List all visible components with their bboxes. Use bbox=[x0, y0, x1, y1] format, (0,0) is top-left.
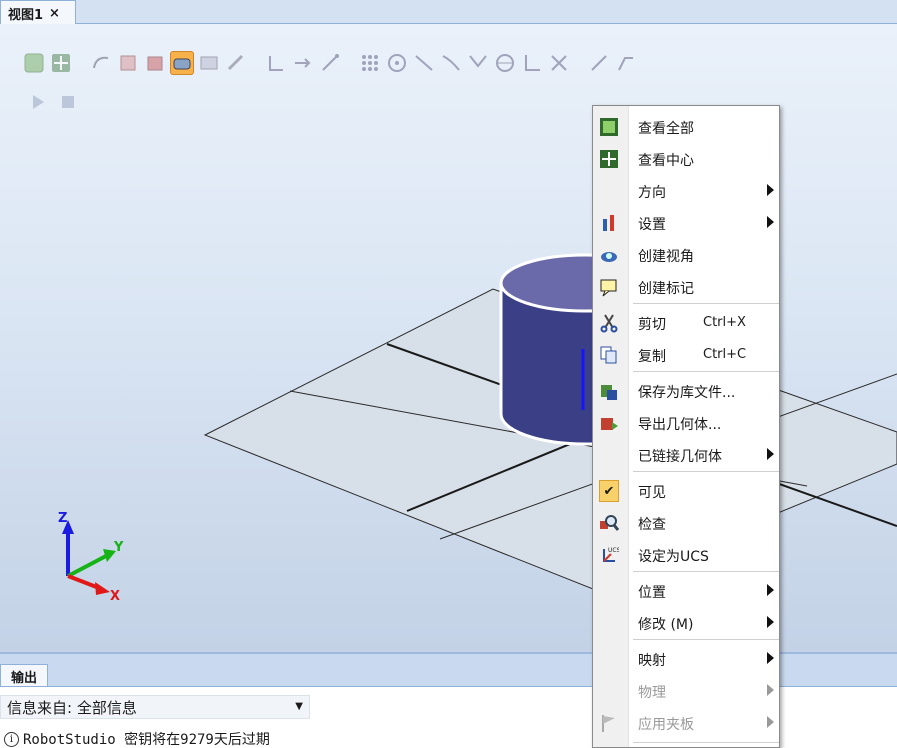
ucs-icon: UCS bbox=[599, 545, 619, 565]
view-toolbar bbox=[22, 51, 654, 75]
message-filter-dropdown[interactable]: 信息来自: 全部信息 ▼ bbox=[0, 695, 310, 719]
checkmark-icon: ✔ bbox=[599, 480, 619, 502]
scissors-icon bbox=[599, 313, 619, 333]
view-center-icon bbox=[599, 149, 619, 169]
flag-icon bbox=[599, 713, 619, 733]
document-tab-bar: 视图1 × bbox=[0, 0, 897, 25]
output-message[interactable]: i RobotStudio 密钥将在9279天后过期 bbox=[4, 729, 270, 748]
menu-item-physics[interactable]: 物理 bbox=[593, 675, 779, 705]
measure-diameter-icon[interactable] bbox=[587, 51, 611, 75]
menu-item-copy[interactable]: 复制 Ctrl+C bbox=[593, 339, 779, 369]
menu-item-position[interactable]: 位置 bbox=[593, 575, 779, 605]
camera-icon bbox=[599, 245, 619, 265]
filter-label: 信息来自: 全部信息 bbox=[7, 698, 137, 717]
menu-item-orientation[interactable]: 方向 bbox=[593, 175, 779, 205]
menu-separator bbox=[633, 471, 779, 472]
view-all-icon bbox=[599, 117, 619, 137]
playback-toolbar bbox=[26, 90, 80, 114]
menu-item-create-marker[interactable]: 创建标记 bbox=[593, 271, 779, 301]
x-axis-label: X bbox=[110, 589, 121, 604]
measure-distance-icon[interactable] bbox=[614, 51, 638, 75]
select-mechanism-icon[interactable] bbox=[224, 51, 248, 75]
submenu-arrow-icon bbox=[767, 184, 774, 196]
snap-edge-icon[interactable] bbox=[385, 51, 409, 75]
menu-item-view-center[interactable]: 查看中心 bbox=[593, 143, 779, 173]
marker-icon bbox=[599, 277, 619, 297]
snap-center-icon[interactable] bbox=[318, 51, 342, 75]
menu-separator bbox=[633, 303, 779, 304]
output-tab-label: 输出 bbox=[10, 671, 37, 686]
measure-angle-icon[interactable] bbox=[547, 51, 571, 75]
menu-item-cut[interactable]: 剪切 Ctrl+X bbox=[593, 307, 779, 337]
menu-item-mapping[interactable]: 映射 bbox=[593, 643, 779, 673]
menu-item-export-geometry[interactable]: 导出几何体... bbox=[593, 407, 779, 437]
snap-end-icon[interactable] bbox=[412, 51, 436, 75]
shortcut-text: Ctrl+X bbox=[703, 315, 746, 330]
close-icon[interactable]: × bbox=[49, 6, 60, 21]
submenu-arrow-icon bbox=[767, 684, 774, 696]
svg-text:UCS: UCS bbox=[608, 547, 619, 554]
select-group-icon[interactable] bbox=[197, 51, 221, 75]
tab-output[interactable]: 输出 bbox=[0, 664, 48, 688]
export-geometry-icon bbox=[599, 413, 619, 433]
menu-separator bbox=[633, 742, 779, 743]
submenu-arrow-icon bbox=[767, 652, 774, 664]
view-center-icon[interactable] bbox=[49, 51, 73, 75]
stop-icon[interactable] bbox=[56, 90, 80, 114]
shortcut-text: Ctrl+C bbox=[703, 347, 747, 362]
submenu-arrow-icon bbox=[767, 216, 774, 228]
inspect-icon bbox=[599, 513, 619, 533]
select-surface-icon[interactable] bbox=[116, 51, 140, 75]
view-all-icon[interactable] bbox=[22, 51, 46, 75]
copy-icon bbox=[599, 345, 619, 365]
menu-item-apply-fixture[interactable]: 应用夹板 bbox=[593, 707, 779, 737]
tab-title: 视图1 bbox=[8, 7, 44, 23]
select-part-icon[interactable] bbox=[170, 51, 194, 75]
message-text: RobotStudio 密钥将在9279天后过期 bbox=[23, 732, 270, 748]
menu-separator bbox=[633, 371, 779, 372]
info-icon: i bbox=[4, 731, 19, 747]
save-library-icon bbox=[599, 381, 619, 401]
menu-item-modify[interactable]: 修改 (M) bbox=[593, 607, 779, 637]
submenu-arrow-icon bbox=[767, 584, 774, 596]
snap-gravity-icon[interactable] bbox=[493, 51, 517, 75]
dropdown-arrow-icon[interactable]: ▼ bbox=[295, 701, 303, 712]
snap-local-origin-icon[interactable] bbox=[466, 51, 490, 75]
menu-item-visible[interactable]: ✔ 可见 bbox=[593, 475, 779, 505]
snap-grid-icon[interactable] bbox=[439, 51, 463, 75]
y-axis-label: Y bbox=[114, 540, 124, 555]
menu-separator bbox=[633, 639, 779, 640]
measure-point-icon[interactable] bbox=[520, 51, 544, 75]
select-curve-icon[interactable] bbox=[89, 51, 113, 75]
axes-indicator bbox=[62, 520, 116, 595]
menu-item-save-as-library[interactable]: 保存为库文件... bbox=[593, 375, 779, 405]
menu-item-linked-geometry[interactable]: 已链接几何体 bbox=[593, 439, 779, 469]
submenu-arrow-icon bbox=[767, 616, 774, 628]
menu-item-settings[interactable]: 设置 bbox=[593, 207, 779, 237]
menu-separator bbox=[633, 571, 779, 572]
snap-midpoint-icon[interactable] bbox=[358, 51, 382, 75]
tab-view1[interactable]: 视图1 × bbox=[0, 0, 76, 25]
play-icon[interactable] bbox=[26, 90, 50, 114]
settings-icon bbox=[599, 213, 619, 233]
submenu-arrow-icon bbox=[767, 448, 774, 460]
menu-item-create-viewpoint[interactable]: 创建视角 bbox=[593, 239, 779, 269]
context-menu: 查看全部 查看中心 方向 设置 创建视角 创建标记 剪切 Ctrl+X 复制 C… bbox=[592, 105, 780, 748]
menu-item-inspect[interactable]: 检查 bbox=[593, 507, 779, 537]
menu-item-view-all[interactable]: 查看全部 bbox=[593, 111, 779, 141]
submenu-arrow-icon bbox=[767, 716, 774, 728]
snap-object-icon[interactable] bbox=[291, 51, 315, 75]
menu-item-set-ucs[interactable]: UCS 设定为UCS bbox=[593, 539, 779, 569]
select-body-icon[interactable] bbox=[143, 51, 167, 75]
z-axis-label: Z bbox=[58, 511, 68, 526]
select-target-icon[interactable] bbox=[264, 51, 288, 75]
